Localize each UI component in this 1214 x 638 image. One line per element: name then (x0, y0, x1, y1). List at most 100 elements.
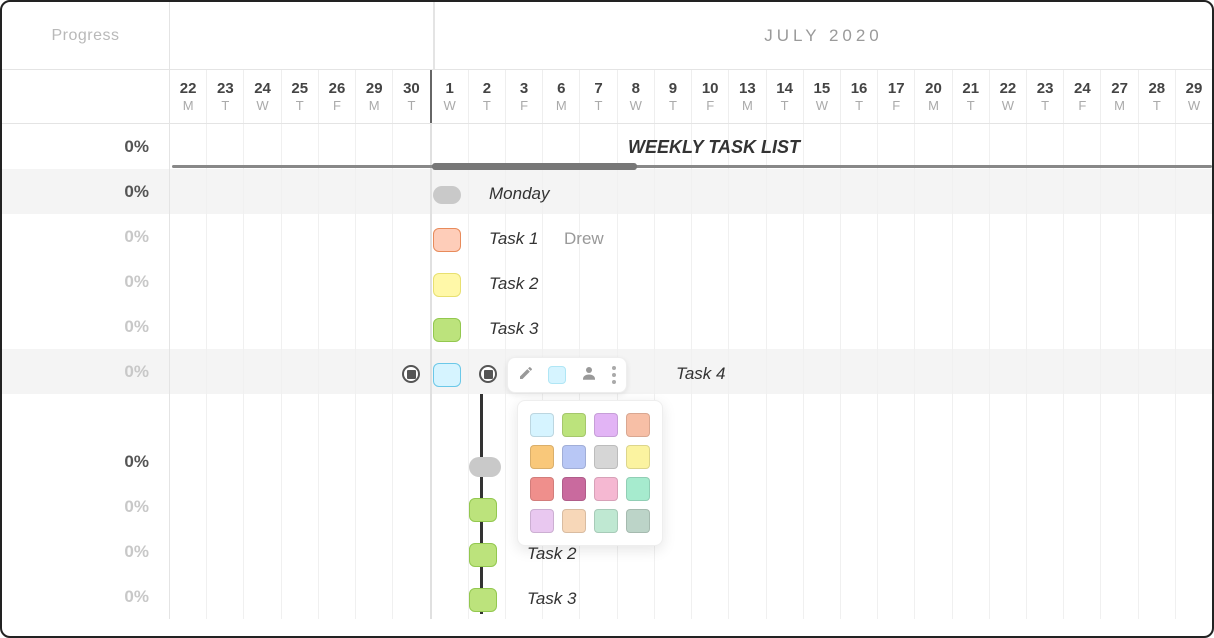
palette-swatch[interactable] (626, 413, 650, 437)
palette-swatch[interactable] (594, 509, 618, 533)
day-cell[interactable]: 9T (655, 70, 692, 123)
monday-label: Monday (489, 184, 549, 204)
monday-pill[interactable] (433, 186, 461, 204)
day-cell[interactable]: 17F (878, 70, 915, 123)
palette-swatch[interactable] (562, 509, 586, 533)
day-cell[interactable]: 28T (1139, 70, 1176, 123)
app-frame: Progress JULY 2020 22M23T24W25T26F29M30T… (0, 0, 1214, 638)
day-number: 1 (445, 80, 453, 97)
bar-left-handle-icon[interactable] (402, 365, 420, 383)
b-task3-label: Task 3 (527, 589, 576, 609)
day-cell[interactable]: 14T (767, 70, 804, 123)
day-cell[interactable]: 16T (841, 70, 878, 123)
row-grid[interactable] (170, 304, 1212, 349)
day-number: 29 (366, 80, 383, 97)
day-cell[interactable]: 21T (953, 70, 990, 123)
row-grid[interactable] (170, 169, 1212, 214)
day-cell[interactable]: 23T (1027, 70, 1064, 123)
day-cell[interactable]: 27M (1101, 70, 1138, 123)
day-number: 10 (702, 80, 719, 97)
day-number: 27 (1111, 80, 1128, 97)
color-palette-popover[interactable] (517, 400, 663, 546)
day-cell[interactable]: 2T (469, 70, 506, 123)
progress-value: 0% (124, 272, 149, 292)
day-cell[interactable]: 10F (692, 70, 729, 123)
palette-swatch[interactable] (562, 477, 586, 501)
day-dow: M (183, 98, 194, 113)
palette-swatch[interactable] (562, 413, 586, 437)
edit-icon[interactable] (518, 365, 534, 386)
task3-label: Task 3 (489, 319, 538, 339)
day-number: 15 (813, 80, 830, 97)
palette-swatch[interactable] (626, 509, 650, 533)
gantt-range-bar[interactable] (432, 163, 637, 170)
palette-swatch[interactable] (626, 445, 650, 469)
palette-swatch[interactable] (530, 445, 554, 469)
day-cell[interactable]: 22W (990, 70, 1027, 123)
day-cell[interactable]: 24W (244, 70, 281, 123)
row-grid[interactable] (170, 439, 1212, 484)
row-grid[interactable] (170, 259, 1212, 304)
day-dow: W (630, 98, 642, 113)
row-grid[interactable] (170, 214, 1212, 259)
more-icon[interactable] (612, 366, 616, 384)
month-text: JULY 2020 (764, 26, 883, 46)
day-cell[interactable]: 26F (319, 70, 356, 123)
palette-swatch[interactable] (530, 477, 554, 501)
day-number: 6 (557, 80, 565, 97)
row-grid[interactable] (170, 529, 1212, 574)
gantt-row: 0% (2, 259, 1212, 304)
progress-value: 0% (124, 137, 149, 157)
day-dow: W (1002, 98, 1014, 113)
day-cell[interactable]: 3F (506, 70, 543, 123)
color-swatch-icon[interactable] (548, 366, 566, 384)
palette-swatch[interactable] (530, 413, 554, 437)
palette-swatch[interactable] (626, 477, 650, 501)
task1-label: Task 1 (489, 229, 538, 249)
june-spacer (170, 2, 434, 69)
day-cell[interactable]: 15W (804, 70, 841, 123)
day-cell[interactable]: 29M (356, 70, 393, 123)
b-task1-block[interactable] (469, 498, 497, 522)
progress-cell: 0% (2, 214, 170, 259)
row-grid[interactable] (170, 394, 1212, 439)
gantt-full-bar[interactable] (172, 165, 1212, 168)
assignee-icon[interactable] (580, 364, 598, 387)
day-dow: W (816, 98, 828, 113)
day-cell[interactable]: 24F (1064, 70, 1101, 123)
palette-swatch[interactable] (562, 445, 586, 469)
palette-swatch[interactable] (594, 477, 618, 501)
day-cell[interactable]: 20M (915, 70, 952, 123)
row-grid[interactable] (170, 484, 1212, 529)
header-row: Progress JULY 2020 (2, 2, 1212, 70)
row-grid[interactable] (170, 574, 1212, 619)
day-cell[interactable]: 6M (543, 70, 580, 123)
palette-swatch[interactable] (594, 413, 618, 437)
palette-swatch[interactable] (530, 509, 554, 533)
day-cell[interactable]: 29W (1176, 70, 1212, 123)
day-cell[interactable]: 1W (432, 70, 469, 123)
task3-block[interactable] (433, 318, 461, 342)
task1-assignee: Drew (564, 229, 604, 249)
task4-block[interactable] (433, 363, 461, 387)
bar-right-handle-icon[interactable] (479, 365, 497, 383)
b-task3-block[interactable] (469, 588, 497, 612)
day-number: 3 (520, 80, 528, 97)
task2-block[interactable] (433, 273, 461, 297)
day-number: 13 (739, 80, 756, 97)
day-cell[interactable]: 25T (282, 70, 319, 123)
task1-block[interactable] (433, 228, 461, 252)
day-cell[interactable]: 8W (618, 70, 655, 123)
day-cell[interactable]: 7T (580, 70, 617, 123)
b-task2-label: Task 2 (527, 544, 576, 564)
day-cell[interactable]: 13M (729, 70, 766, 123)
palette-swatch[interactable] (594, 445, 618, 469)
day-dow: T (595, 98, 603, 113)
day-cell[interactable]: 23T (207, 70, 244, 123)
day-cell[interactable]: 22M (170, 70, 207, 123)
day-number: 24 (254, 80, 271, 97)
day-cell[interactable]: 30T (393, 70, 431, 123)
day-dow: M (556, 98, 567, 113)
group2-pill[interactable] (469, 457, 501, 477)
b-task2-block[interactable] (469, 543, 497, 567)
